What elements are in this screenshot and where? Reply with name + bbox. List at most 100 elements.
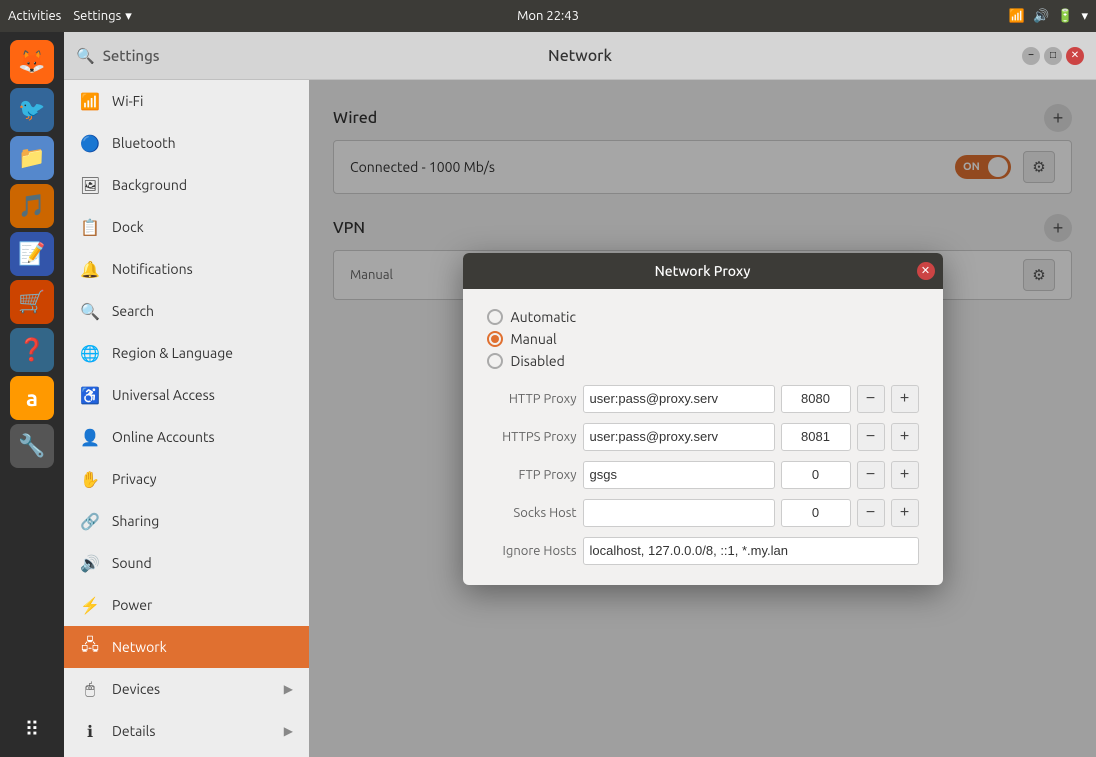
close-button[interactable]: ✕ [1066,47,1084,65]
radio-manual-label: Manual [511,331,557,347]
sidebar-item-power[interactable]: ⚡ Power [64,584,309,626]
bluetooth-icon: 🔵 [80,134,100,153]
http-proxy-port-input[interactable] [781,385,851,413]
radio-manual-dot [491,335,499,343]
ftp-proxy-port-decrease[interactable]: − [857,461,885,489]
sidebar-item-label-sharing: Sharing [112,513,159,529]
https-proxy-label: HTTPS Proxy [487,430,577,444]
dock-writer[interactable]: 📝 [10,232,54,276]
radio-automatic[interactable]: Automatic [487,309,919,325]
maximize-button[interactable]: □ [1044,47,1062,65]
system-menu-icon[interactable]: ▾ [1081,9,1088,24]
online-accounts-icon: 👤 [80,428,100,447]
radio-manual-circle [487,331,503,347]
socks-host-row: Socks Host − + [487,499,919,527]
dock-firefox[interactable]: 🦊 [10,40,54,84]
activities-button[interactable]: Activities [8,9,61,23]
sidebar-item-details[interactable]: ℹ Details ▶ [64,710,309,752]
socks-host-label: Socks Host [487,506,577,520]
sidebar-items-list: 📶 Wi-Fi 🔵 Bluetooth 🖼 Background 📋 Dock [64,80,309,757]
dock-thunderbird[interactable]: 🐦 [10,88,54,132]
radio-disabled-circle [487,353,503,369]
radio-disabled[interactable]: Disabled [487,353,919,369]
https-proxy-port-input[interactable] [781,423,851,451]
dock-amazon[interactable]: a [10,376,54,420]
http-proxy-port-decrease[interactable]: − [857,385,885,413]
sidebar-item-background[interactable]: 🖼 Background [64,164,309,206]
search-item-icon: 🔍 [80,302,100,321]
ftp-proxy-port-input[interactable] [781,461,851,489]
clock: Mon 22:43 [517,9,579,23]
dock-tools[interactable]: 🔧 [10,424,54,468]
radio-automatic-label: Automatic [511,309,576,325]
sidebar-item-notifications[interactable]: 🔔 Notifications [64,248,309,290]
sidebar-item-bluetooth[interactable]: 🔵 Bluetooth [64,122,309,164]
sidebar-item-label-online-accounts: Online Accounts [112,429,215,445]
notifications-icon: 🔔 [80,260,100,279]
sidebar-item-sharing[interactable]: 🔗 Sharing [64,500,309,542]
sidebar-item-devices[interactable]: 🖱 Devices ▶ [64,668,309,710]
http-proxy-row: HTTP Proxy − + [487,385,919,413]
network-title: Network [548,47,612,65]
sidebar-item-label-wifi: Wi-Fi [112,93,143,109]
battery-icon[interactable]: 🔋 [1057,9,1073,24]
sidebar-item-label-notifications: Notifications [112,261,193,277]
radio-manual[interactable]: Manual [487,331,919,347]
background-icon: 🖼 [80,176,100,195]
sidebar-item-label-sound: Sound [112,555,152,571]
main-content: Wired + Connected - 1000 Mb/s ON ⚙ [309,80,1096,757]
sidebar-item-sound[interactable]: 🔊 Sound [64,542,309,584]
window-controls: − □ ✕ [864,47,1084,65]
power-icon: ⚡ [80,596,100,615]
sidebar-item-label-region: Region & Language [112,345,233,361]
https-proxy-port-increase[interactable]: + [891,423,919,451]
settings-menu-label: Settings [73,9,121,23]
sidebar-item-search[interactable]: 🔍 Search [64,290,309,332]
sidebar-item-universal[interactable]: ♿ Universal Access [64,374,309,416]
settings-menu-arrow: ▾ [125,9,132,24]
http-proxy-host-input[interactable] [583,385,775,413]
socks-port-increase[interactable]: + [891,499,919,527]
sidebar-item-online-accounts[interactable]: 👤 Online Accounts [64,416,309,458]
ftp-proxy-label: FTP Proxy [487,468,577,482]
modal-close-button[interactable]: ✕ [917,262,935,280]
content-window-title: Network [296,47,864,65]
ignore-hosts-label: Ignore Hosts [487,544,577,558]
socks-port-decrease[interactable]: − [857,499,885,527]
dock-software[interactable]: 🛒 [10,280,54,324]
dock-files[interactable]: 📁 [10,136,54,180]
sidebar-item-label-search: Search [112,303,154,319]
https-proxy-host-input[interactable] [583,423,775,451]
sidebar-item-wifi[interactable]: 📶 Wi-Fi [64,80,309,122]
modal-body: Automatic Manual D [463,289,943,585]
volume-icon[interactable]: 🔊 [1033,9,1049,24]
https-proxy-port-decrease[interactable]: − [857,423,885,451]
settings-label: Settings [103,47,160,64]
socks-port-input[interactable] [781,499,851,527]
app-grid-button[interactable]: ⠿ [25,717,40,741]
sidebar-item-dock[interactable]: 📋 Dock [64,206,309,248]
sidebar-item-label-network: Network [112,639,167,655]
sidebar-item-privacy[interactable]: ✋ Privacy [64,458,309,500]
sidebar-item-region[interactable]: 🌐 Region & Language [64,332,309,374]
network-status-icon[interactable]: 📶 [1009,9,1025,24]
modal-title: Network Proxy [655,263,751,279]
http-proxy-port-increase[interactable]: + [891,385,919,413]
ftp-proxy-host-input[interactable] [583,461,775,489]
socks-host-input[interactable] [583,499,775,527]
settings-menu-button[interactable]: Settings ▾ [73,9,131,24]
sidebar-item-label-dock: Dock [112,219,144,235]
universal-icon: ♿ [80,386,100,405]
sidebar-item-label-details: Details [112,723,155,739]
details-icon: ℹ [80,722,100,741]
settings-window-body: 📶 Wi-Fi 🔵 Bluetooth 🖼 Background 📋 Dock [64,80,1096,757]
ftp-proxy-port-increase[interactable]: + [891,461,919,489]
sidebar-item-network[interactable]: 🖧 Network [64,626,309,668]
ignore-hosts-input[interactable] [583,537,919,565]
details-arrow: ▶ [284,724,293,738]
dock-music[interactable]: 🎵 [10,184,54,228]
sidebar-item-label-power: Power [112,597,152,613]
minimize-button[interactable]: − [1022,47,1040,65]
dock-help[interactable]: ❓ [10,328,54,372]
proxy-radio-group: Automatic Manual D [487,309,919,369]
